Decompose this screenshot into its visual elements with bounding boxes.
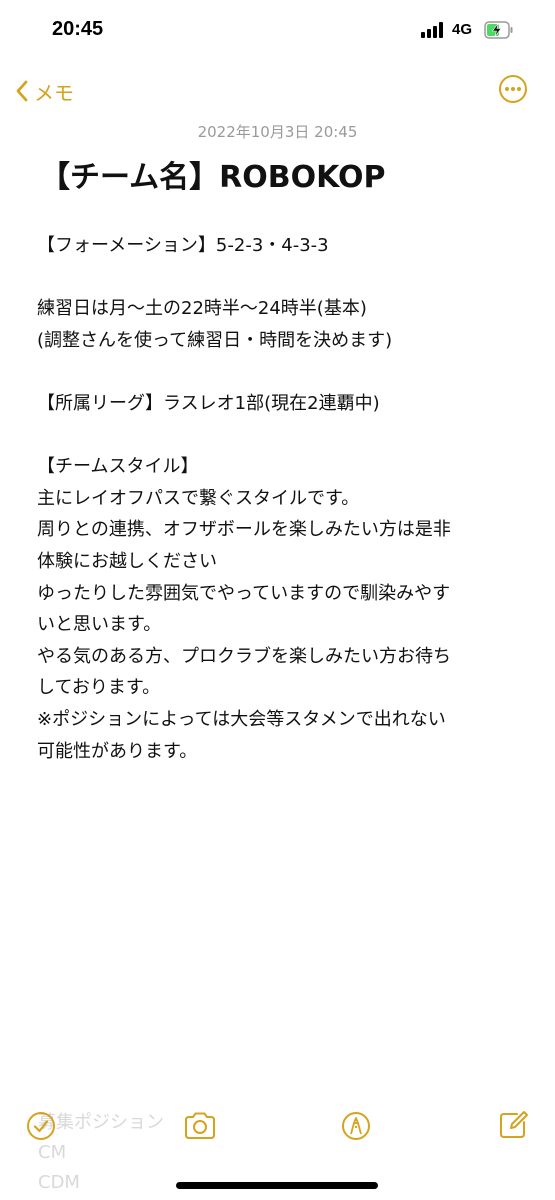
note-line	[37, 262, 512, 294]
note-line: (調整さんを使って練習日・時間を決めます)	[37, 329, 393, 351]
note-line: 【チームスタイル】	[37, 456, 199, 478]
markup-button[interactable]	[340, 1110, 372, 1142]
battery-charging-icon	[484, 21, 514, 39]
note-date: 2022年10月3日 20:45	[197, 123, 358, 141]
signal-bars-icon	[421, 22, 447, 38]
note-title[interactable]: 【チーム名】ROBOKOP	[40, 152, 385, 196]
back-label: メモ	[34, 80, 74, 105]
status-time: 20:45	[52, 18, 104, 40]
note-line: 【所属リーグ】ラスレオ1部(現在2連覇中)	[37, 392, 380, 414]
camera-icon	[185, 1112, 215, 1139]
note-line: 【フォーメーション】5-2-3・4-3-3	[37, 235, 329, 256]
note-body[interactable]: 【フォーメーション】5-2-3・4-3-3 練習日は月〜土の22時半〜24時半(…	[37, 230, 512, 767]
note-line: 体験にお越しください	[37, 550, 217, 572]
note-line	[37, 356, 512, 388]
markup-pen-icon	[342, 1112, 370, 1140]
note-line	[37, 420, 512, 452]
note-line: しております。	[37, 677, 161, 699]
home-indicator[interactable]	[176, 1182, 378, 1189]
note-line: 可能性があります。	[37, 740, 198, 762]
chevron-left-icon	[16, 80, 28, 102]
note-line: いと思います。	[37, 614, 162, 636]
checklist-button[interactable]	[25, 1110, 57, 1142]
back-button[interactable]: メモ	[14, 74, 74, 108]
checklist-icon	[27, 1112, 55, 1140]
note-line: 主にレイオフパスで繋ぐスタイルです。	[37, 487, 360, 509]
faded-line: CDM	[38, 1172, 80, 1193]
compose-icon	[500, 1111, 528, 1138]
note-line: やる気のある方、プロクラブを楽しみたい方お待ち	[37, 645, 451, 667]
camera-button[interactable]	[182, 1110, 218, 1142]
more-options-button[interactable]	[498, 74, 528, 104]
network-type: 4G	[452, 21, 473, 38]
status-bar: 20:45 4G	[0, 0, 555, 64]
faded-line: CM	[38, 1142, 67, 1163]
compose-button[interactable]	[497, 1109, 529, 1141]
ellipsis-circle-icon	[499, 75, 527, 103]
note-line: 練習日は月〜土の22時半〜24時半(基本)	[37, 298, 367, 320]
note-line: 周りとの連携、オフザボールを楽しみたい方は是非	[37, 519, 451, 541]
note-line: ゆったりした雰囲気でやっていますので馴染みやす	[37, 582, 451, 604]
note-line: ※ポジションによっては大会等スタメンで出れない	[37, 708, 446, 730]
